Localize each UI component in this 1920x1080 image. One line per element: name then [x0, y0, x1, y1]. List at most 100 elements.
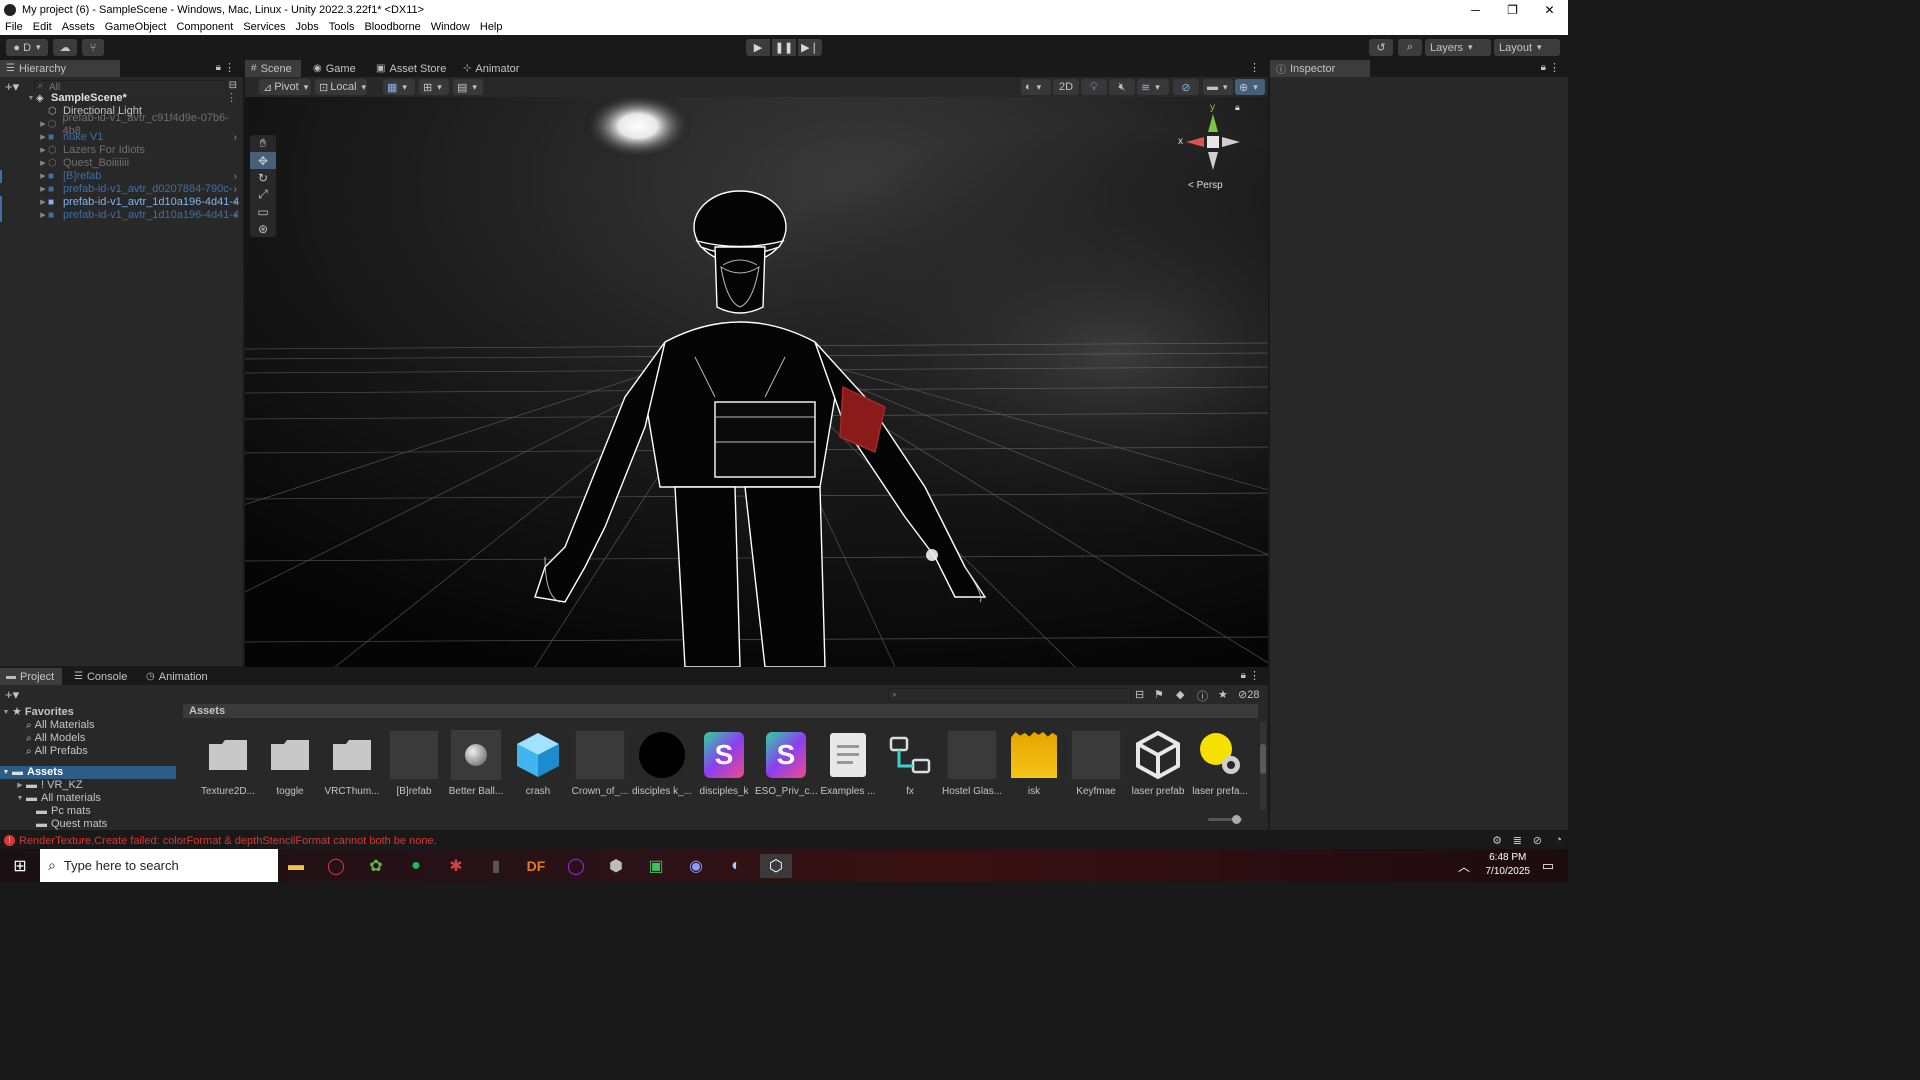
- notification-icon[interactable]: ▭: [1532, 854, 1564, 878]
- file-explorer-icon[interactable]: ▬: [280, 854, 312, 878]
- version-control-button[interactable]: ⑂: [82, 39, 104, 56]
- menu-services[interactable]: Services: [243, 21, 285, 33]
- lock-icon[interactable]: 🔒︎: [216, 62, 221, 73]
- rotate-tool[interactable]: ↻: [250, 169, 276, 186]
- scene-viewport[interactable]: ✋︎ ✥ ↻ ⤢ ▭ ⊛ y x 🔒︎ < Persp: [245, 97, 1268, 667]
- asset-tile[interactable]: Hostel Glas...: [941, 730, 1003, 800]
- draw-mode-dropdown[interactable]: ◐: [1021, 79, 1051, 95]
- unity-taskbar-icon[interactable]: ⬡: [760, 854, 792, 878]
- undo-history-button[interactable]: ↺: [1369, 39, 1393, 56]
- progress-icon[interactable]: ◔: [1555, 834, 1562, 846]
- chevron-right-icon[interactable]: ›: [234, 209, 237, 222]
- projection-toggle[interactable]: < Persp: [1188, 180, 1223, 191]
- expand-arrow-icon[interactable]: ▶: [38, 183, 48, 196]
- folder-item[interactable]: ▼ ▬ All materials: [0, 792, 176, 805]
- search-by-label-icon[interactable]: ⚑: [1154, 688, 1164, 701]
- asset-tile[interactable]: [B]refab: [383, 730, 445, 800]
- tab-animator[interactable]: ⊹ Animator: [457, 60, 525, 77]
- menu-assets[interactable]: Assets: [62, 21, 95, 33]
- hierarchy-item[interactable]: ▶ ⬡ Lazers For Idiots: [0, 144, 243, 157]
- kebab-menu-icon[interactable]: ⋮: [1249, 669, 1260, 682]
- asset-tile[interactable]: S ESO_Priv_c...: [755, 730, 817, 800]
- tab-inspector[interactable]: ⓘ Inspector: [1270, 60, 1370, 77]
- slider-handle[interactable]: [1232, 815, 1241, 824]
- taskbar-clock[interactable]: 6:48 PM 7/10/2025: [1486, 851, 1531, 879]
- discord-icon[interactable]: ◉: [680, 854, 712, 878]
- move-tool[interactable]: ✥: [250, 152, 276, 169]
- effects-dropdown[interactable]: ≋: [1137, 79, 1169, 95]
- menu-window[interactable]: Window: [431, 21, 470, 33]
- expand-arrow-icon[interactable]: ▶: [38, 157, 48, 170]
- status-bar[interactable]: ! RenderTexture.Create failed: colorForm…: [0, 832, 1568, 849]
- asset-tile[interactable]: Crown_of_...: [569, 730, 631, 800]
- dock-app[interactable]: DF: [520, 854, 552, 878]
- folder-item[interactable]: ▬ Quest mats: [0, 818, 176, 831]
- camera-settings-dropdown[interactable]: ▬: [1203, 79, 1233, 95]
- kebab-menu-icon[interactable]: ⋮: [224, 61, 235, 74]
- info-icon[interactable]: ⓘ: [1197, 688, 1208, 704]
- expand-arrow-icon[interactable]: ▶: [38, 131, 48, 144]
- asset-tile[interactable]: fx: [879, 730, 941, 800]
- folder-item[interactable]: ▶ ▬ ! VR_KZ: [0, 779, 176, 792]
- menu-component[interactable]: Component: [176, 21, 233, 33]
- favorite-item[interactable]: ⌕ All Prefabs: [0, 745, 176, 758]
- layers-dropdown[interactable]: Layers: [1425, 39, 1491, 56]
- tab-scene[interactable]: # Scene: [245, 60, 301, 77]
- grid-snap-dropdown[interactable]: ▦: [383, 79, 415, 95]
- close-button[interactable]: ✕: [1531, 0, 1568, 19]
- menu-jobs[interactable]: Jobs: [296, 21, 319, 33]
- expand-arrow-icon[interactable]: ▶: [38, 118, 48, 131]
- expand-arrow-icon[interactable]: ▼: [0, 706, 12, 719]
- chevron-right-icon[interactable]: ›: [234, 170, 237, 183]
- hierarchy-item[interactable]: ▶ ⬡ Quest_Boiiiiiii: [0, 157, 243, 170]
- start-button[interactable]: ⊞: [4, 854, 36, 878]
- menu-gameobject[interactable]: GameObject: [105, 21, 167, 33]
- tab-hierarchy[interactable]: ☰ Hierarchy: [0, 60, 120, 77]
- thumbnail-size-slider[interactable]: [1208, 815, 1242, 824]
- asset-tile[interactable]: crash: [507, 730, 569, 800]
- cube-app-icon[interactable]: ⬢: [600, 854, 632, 878]
- cache-icon[interactable]: ≣: [1513, 834, 1522, 847]
- minimize-button[interactable]: ─: [1457, 0, 1494, 19]
- scrollbar-thumb[interactable]: [1260, 744, 1266, 774]
- kebab-menu-icon[interactable]: ⋮: [1249, 61, 1260, 74]
- lock-icon[interactable]: 🔒︎: [1541, 62, 1546, 73]
- spotify-icon[interactable]: ●: [400, 854, 432, 878]
- favorite-item[interactable]: ⌕ All Materials: [0, 719, 176, 732]
- asset-tile[interactable]: isk: [1003, 730, 1065, 800]
- hierarchy-item[interactable]: ▶ ■ prefab-id-v1_avtr_d0207884-790c- ›: [0, 183, 243, 196]
- hierarchy-item[interactable]: ▶ ⬡ prefab-id-v1_avtr_c91f4d9e-07b6-4b8: [0, 112, 243, 137]
- terminal-icon[interactable]: ▣: [640, 854, 672, 878]
- asset-tile[interactable]: laser prefa...: [1189, 730, 1251, 800]
- tab-animation[interactable]: ◷ Animation: [140, 668, 214, 685]
- folder-item[interactable]: ▬ Pc mats: [0, 805, 176, 818]
- menu-tools[interactable]: Tools: [329, 21, 355, 33]
- snap-increment-dropdown[interactable]: ⊞: [419, 79, 449, 95]
- hierarchy-item[interactable]: ▶ ■ nuke V1 ›: [0, 131, 243, 144]
- asset-tile[interactable]: Keyfmae: [1065, 730, 1127, 800]
- tag-icon[interactable]: ◆: [1176, 688, 1184, 701]
- chevron-right-icon[interactable]: ›: [234, 131, 237, 144]
- debug-icon[interactable]: ⊘: [1533, 834, 1542, 847]
- menu-edit[interactable]: Edit: [33, 21, 52, 33]
- tab-console[interactable]: ☰ Console: [68, 668, 133, 685]
- circle-app-icon[interactable]: ◯: [560, 854, 592, 878]
- asset-tile[interactable]: Examples ...: [817, 730, 879, 800]
- orientation-gizmo[interactable]: y x 🔒︎ < Persp: [1178, 102, 1248, 192]
- 2d-toggle[interactable]: 2D: [1053, 79, 1079, 95]
- asset-tile[interactable]: Better Ball...: [445, 730, 507, 800]
- menu-file[interactable]: File: [5, 21, 23, 33]
- app-icon[interactable]: ✿: [360, 854, 392, 878]
- kebab-menu-icon[interactable]: ⋮: [1549, 61, 1560, 74]
- favorite-item[interactable]: ⌕ All Models: [0, 732, 176, 745]
- expand-arrow-icon[interactable]: ▶: [14, 779, 26, 792]
- chevron-right-icon[interactable]: ›: [234, 196, 237, 209]
- asset-tile[interactable]: laser prefab: [1127, 730, 1189, 800]
- gizmos-dropdown[interactable]: ⊕: [1235, 79, 1265, 95]
- mouse-icon[interactable]: ▮: [480, 854, 512, 878]
- transform-tool[interactable]: ⊛: [250, 220, 276, 237]
- pivot-dropdown[interactable]: ⊿ Pivot: [259, 79, 311, 95]
- scale-tool[interactable]: ⤢: [250, 186, 276, 203]
- lighting-toggle[interactable]: 💡︎: [1081, 79, 1107, 95]
- search-filter-icon[interactable]: ⊟: [229, 80, 237, 91]
